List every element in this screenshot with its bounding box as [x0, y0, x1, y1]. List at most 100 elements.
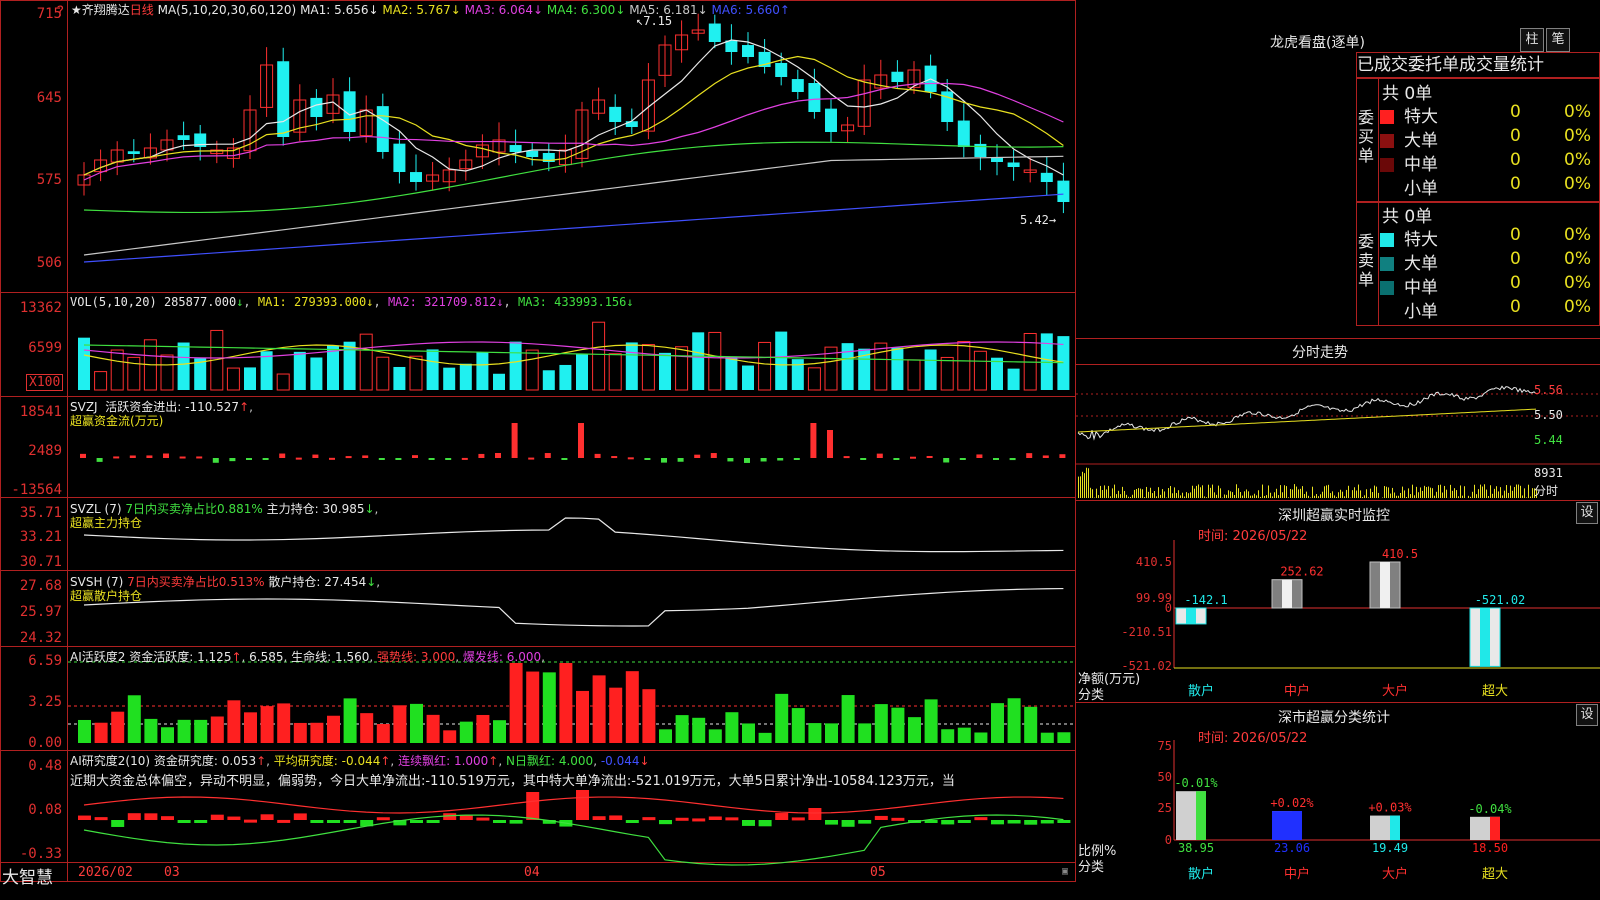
research-bar — [808, 808, 822, 820]
help-icon[interactable]: ? — [56, 4, 64, 20]
research-bar — [376, 817, 390, 821]
monitor-settings-button[interactable]: 设 — [1576, 502, 1598, 524]
research-bar — [725, 817, 739, 821]
buy-swatch-3 — [1380, 182, 1394, 196]
sell-swatch-3 — [1380, 305, 1394, 319]
volume-bar — [940, 356, 954, 391]
ma-values: MA1: 5.656↓ MA2: 5.767↓ MA3: 6.064↓ MA4:… — [300, 3, 790, 17]
fund-flow-bar — [528, 457, 535, 460]
research-bar — [874, 815, 888, 820]
tab-orders[interactable]: 委托单 — [1408, 55, 1459, 75]
time-volume-bar — [1144, 497, 1145, 498]
volume-bar — [725, 356, 738, 390]
time-vol-tick: 8931 — [1534, 466, 1563, 480]
stat-bottom-label: 23.06 — [1274, 841, 1310, 855]
time-volume-bar — [1198, 484, 1199, 498]
candle-body — [725, 40, 738, 52]
fund-flow-bar — [926, 455, 933, 458]
research-bar — [592, 816, 606, 820]
time-volume-bar — [1486, 489, 1487, 498]
activity-bar — [78, 719, 91, 743]
svsh-tick-low: 24.32 — [19, 630, 62, 646]
time-volume-bar — [1224, 494, 1225, 498]
research-red-line — [83, 796, 1064, 814]
date-label-may: 05 — [870, 865, 886, 880]
monitor-value: -142.1 — [1184, 593, 1227, 607]
buy-total: 共 0单 — [1382, 84, 1433, 104]
candle-body — [609, 106, 622, 122]
research-bar — [293, 813, 307, 820]
volume-bar — [1040, 333, 1053, 390]
time-volume-bar — [1236, 484, 1237, 498]
time-volume-bar — [1506, 485, 1507, 498]
time-volume-bar — [1318, 496, 1319, 498]
fund-flow-bar — [827, 430, 833, 458]
research-bar — [659, 820, 672, 825]
tab-traded[interactable]: 已成交 — [1357, 55, 1408, 75]
activity-bar — [991, 703, 1004, 743]
time-volume-bar — [1182, 492, 1183, 498]
buy-row-0: 特大 0 0% — [1380, 102, 1600, 127]
time-trend-chart[interactable] — [1076, 364, 1600, 500]
time-volume-bar — [1366, 489, 1367, 498]
monitor-class-label: 分类 — [1078, 688, 1105, 703]
activity-bar — [642, 689, 656, 743]
activity-bar — [327, 715, 340, 743]
research-bar — [260, 814, 274, 820]
date-label-mar: 03 — [164, 865, 180, 880]
chart-canvas[interactable] — [68, 0, 1075, 882]
time-volume-bar — [1360, 490, 1361, 498]
tick-mode-button[interactable]: 笔 — [1546, 28, 1570, 52]
sell-pct-3: 0% — [1564, 297, 1591, 317]
time-volume-bar — [1246, 489, 1247, 498]
activity-bar — [493, 720, 506, 743]
time-volume-bar — [1364, 495, 1365, 498]
research-bar — [343, 820, 357, 823]
tab-volume-stats[interactable]: 成交量统计 — [1459, 55, 1544, 75]
buy-side-title: 委买单 — [1358, 108, 1375, 165]
time-volume-bar — [1322, 491, 1323, 498]
time-volume-bar — [1376, 486, 1377, 498]
activity-bar — [775, 693, 789, 743]
brand-label: 大智慧 — [2, 868, 53, 888]
svzl-tick-mid: 33.21 — [19, 529, 62, 545]
time-volume-bar — [1392, 487, 1393, 498]
research-bar — [1057, 820, 1071, 823]
fund-flow-bar — [578, 423, 584, 458]
fund-flow-bar — [146, 455, 153, 458]
stat-settings-button[interactable]: 设 — [1576, 704, 1598, 726]
activity-bar — [526, 671, 540, 743]
time-volume-bar — [1408, 488, 1409, 498]
buy-row-1: 大单 0 0% — [1380, 126, 1600, 151]
time-volume-bar — [1168, 488, 1169, 498]
volume-bar — [376, 356, 390, 391]
svzj-tick-mid: 2489 — [28, 443, 62, 459]
time-volume-bar — [1432, 488, 1433, 498]
time-volume-bar — [1532, 488, 1533, 498]
time-volume-bar — [1320, 494, 1321, 498]
lock-icon[interactable]: ▣ — [1062, 866, 1068, 877]
time-volume-bar — [1304, 494, 1305, 498]
research-bar — [576, 790, 589, 820]
bar-mode-button[interactable]: 柱 — [1520, 28, 1544, 52]
time-volume-bar — [1192, 485, 1193, 498]
time-volume-bar — [1254, 493, 1255, 498]
time-volume-bar — [1268, 485, 1269, 498]
time-volume-bar — [1288, 497, 1289, 498]
volume-bar — [576, 353, 588, 390]
time-volume-bar — [1122, 486, 1123, 498]
research-bar — [775, 813, 789, 820]
activity-bar — [891, 707, 905, 743]
activity-bar — [841, 695, 855, 743]
time-volume-bar — [1328, 484, 1329, 498]
time-volume-bar — [1342, 491, 1343, 498]
fund-flow-bar — [179, 456, 186, 459]
time-volume-bar — [1334, 495, 1335, 498]
fund-flow-bar — [744, 458, 750, 463]
time-volume-bar — [1352, 490, 1353, 498]
research-bar — [127, 813, 141, 820]
activity-bar — [210, 716, 224, 743]
fund-flow-bar — [495, 453, 501, 458]
fund-flow-bar — [478, 453, 485, 458]
time-volume-bar — [1086, 467, 1087, 498]
